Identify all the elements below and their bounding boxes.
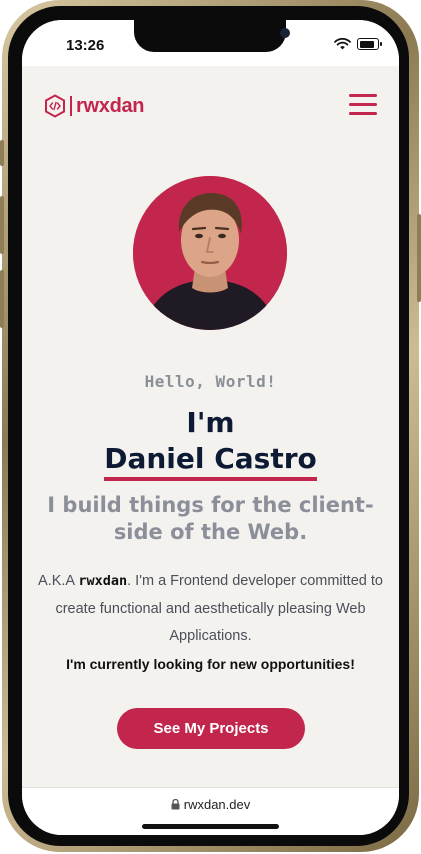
tagline: I build things for the client-side of th… bbox=[47, 493, 374, 544]
status-bar: 13:26 bbox=[22, 20, 399, 66]
greeting-text: Hello, World! bbox=[144, 372, 277, 391]
front-camera bbox=[280, 28, 290, 38]
power-button bbox=[417, 214, 421, 302]
bio-prefix: A.K.A bbox=[38, 573, 79, 589]
url-display[interactable]: rwxdan.dev bbox=[22, 797, 399, 812]
side-button bbox=[0, 140, 4, 166]
bio-handle: rwxdan bbox=[78, 573, 128, 589]
site-header: rwxdan bbox=[22, 66, 399, 146]
logo-text: rwxdan bbox=[70, 96, 145, 116]
url-text: rwxdan.dev bbox=[183, 797, 251, 812]
volume-up-button bbox=[0, 196, 4, 254]
see-projects-button[interactable]: See My Projects bbox=[117, 708, 305, 749]
home-indicator[interactable] bbox=[142, 824, 279, 829]
avatar bbox=[133, 176, 287, 330]
browser-url-bar[interactable]: rwxdan.dev bbox=[22, 787, 399, 835]
status-icons bbox=[334, 38, 382, 50]
lock-icon bbox=[171, 799, 180, 810]
bio-opportunities: I'm currently looking for new opportunit… bbox=[66, 655, 355, 672]
bio-paragraph: A.K.A rwxdan. I'm a Frontend developer c… bbox=[36, 568, 385, 679]
code-hexagon-icon bbox=[45, 94, 65, 118]
profile-photo bbox=[133, 176, 287, 330]
volume-down-button bbox=[0, 270, 4, 328]
status-time: 13:26 bbox=[66, 37, 105, 54]
hamburger-menu-icon[interactable] bbox=[349, 94, 377, 116]
intro-im: I'm bbox=[186, 406, 235, 439]
wifi-icon bbox=[334, 38, 351, 50]
name-heading-wrap: Daniel Castro bbox=[22, 442, 399, 481]
battery-icon bbox=[357, 38, 382, 50]
name-heading: Daniel Castro bbox=[104, 442, 317, 481]
notch bbox=[134, 20, 290, 52]
screen: 13:26 rwxdan Hello, World! I'm Daniel Ca… bbox=[22, 20, 399, 835]
site-logo[interactable]: rwxdan bbox=[44, 94, 145, 118]
